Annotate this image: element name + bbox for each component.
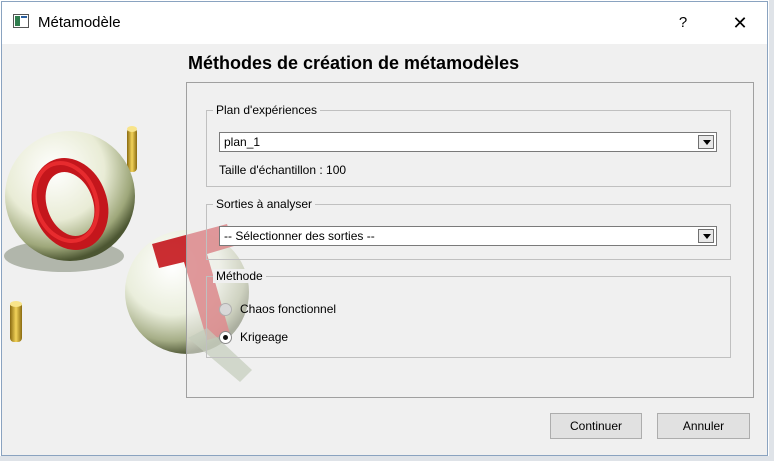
radio-button-krigeage[interactable] bbox=[219, 331, 232, 344]
cancel-button[interactable]: Annuler bbox=[657, 413, 750, 439]
plan-select[interactable]: plan_1 bbox=[219, 132, 717, 152]
help-button[interactable]: ? bbox=[665, 9, 701, 37]
close-icon: ✕ bbox=[732, 13, 748, 33]
radio-label-chaos: Chaos fonctionnel bbox=[240, 302, 337, 316]
design-of-experiments-group: Plan d'expériences plan_1 Taille d'échan… bbox=[206, 103, 731, 187]
radio-button-chaos[interactable] bbox=[219, 303, 232, 316]
group-legend-method: Méthode bbox=[213, 269, 266, 283]
dialog-content: Méthodes de création de métamodèles Plan… bbox=[2, 44, 767, 455]
radio-selected-dot bbox=[223, 335, 228, 340]
dialog-window: Métamodèle ? ✕ Méthodes de création de m… bbox=[1, 1, 768, 456]
outputs-select-value: -- Sélectionner des sorties -- bbox=[224, 229, 375, 243]
window-icon bbox=[13, 14, 29, 28]
sample-size-label: Taille d'échantillon : 100 bbox=[219, 163, 347, 177]
window-title: Métamodèle bbox=[38, 14, 121, 31]
background-app-bottom bbox=[0, 456, 774, 461]
background-app-right bbox=[769, 0, 774, 461]
outputs-select-dropdown-button[interactable] bbox=[698, 229, 714, 243]
page-title: Méthodes de création de métamodèles bbox=[188, 53, 520, 73]
chevron-down-icon bbox=[703, 234, 711, 239]
method-group: Méthode Chaos fonctionnel Krigeage bbox=[206, 269, 731, 358]
group-legend-plan: Plan d'expériences bbox=[213, 103, 321, 117]
chevron-down-icon bbox=[703, 140, 711, 145]
title-bar[interactable]: Métamodèle ? ✕ bbox=[2, 2, 767, 44]
settings-panel: Plan d'expériences plan_1 Taille d'échan… bbox=[186, 82, 754, 398]
group-legend-outputs: Sorties à analyser bbox=[213, 197, 316, 211]
plan-select-dropdown-button[interactable] bbox=[698, 135, 714, 149]
close-button[interactable]: ✕ bbox=[720, 9, 760, 37]
continue-button[interactable]: Continuer bbox=[550, 413, 642, 439]
outputs-group: Sorties à analyser -- Sélectionner des s… bbox=[206, 197, 731, 260]
radio-label-krigeage: Krigeage bbox=[240, 330, 289, 344]
plan-select-value: plan_1 bbox=[224, 135, 261, 149]
outputs-select[interactable]: -- Sélectionner des sorties -- bbox=[219, 226, 717, 246]
